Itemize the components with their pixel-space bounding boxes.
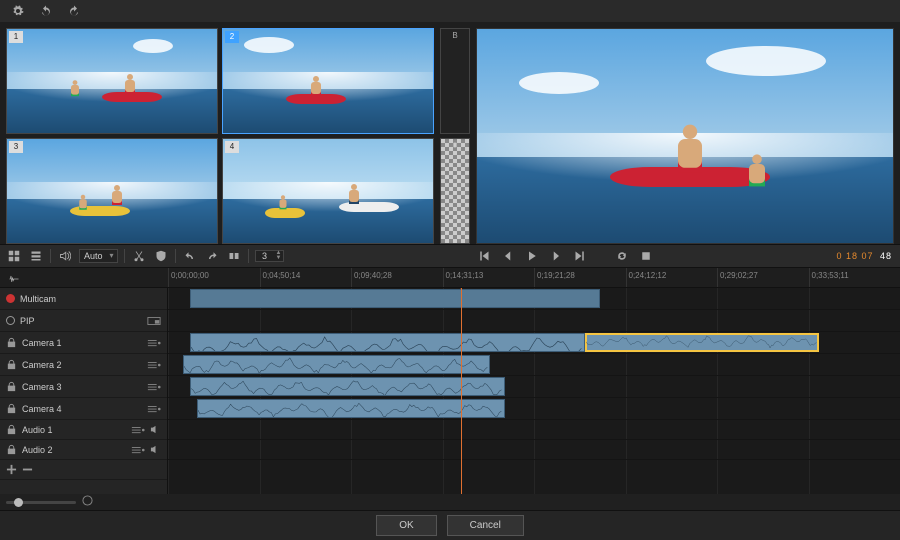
track-opts-icon[interactable]: [147, 360, 161, 370]
view-grid-icon[interactable]: [6, 248, 22, 264]
view-library-icon[interactable]: [28, 248, 44, 264]
track-opts-icon[interactable]: [131, 445, 145, 455]
track-header-add: [0, 460, 167, 480]
remove-track-icon[interactable]: [22, 464, 33, 475]
lock-icon[interactable]: [6, 359, 17, 370]
timeline: 0;00;00;000;04;50;140;09;40;280;14;31;13…: [0, 268, 900, 510]
spinner-input[interactable]: [256, 251, 274, 261]
track-opts-icon[interactable]: [147, 404, 161, 414]
cut-icon[interactable]: [131, 248, 147, 264]
chip-alpha[interactable]: 0: [440, 138, 470, 244]
track-header-audio2[interactable]: Audio 2: [0, 440, 167, 460]
record-indicator-icon: [6, 294, 15, 303]
preview-area: 1 2 3 4 B 0: [0, 22, 900, 244]
camera-badge: 2: [225, 31, 239, 43]
ok-button[interactable]: OK: [376, 515, 436, 536]
chip-b[interactable]: B: [440, 28, 470, 134]
main-preview[interactable]: [476, 28, 894, 244]
track-header-pip[interactable]: PIP: [0, 310, 167, 332]
track-header-audio1[interactable]: Audio 1: [0, 420, 167, 440]
volume-icon[interactable]: [57, 248, 73, 264]
bottom-bar: OK Cancel: [0, 510, 900, 540]
step-fwd-icon[interactable]: [548, 248, 564, 264]
control-bar: Auto ▲▼ 0 18 07 48: [0, 244, 900, 268]
zoom-thumb[interactable]: [14, 498, 23, 507]
lock-icon[interactable]: [6, 381, 17, 392]
undo-icon[interactable]: [38, 3, 54, 19]
camera-badge: 3: [9, 141, 23, 153]
shield-icon[interactable]: [153, 248, 169, 264]
redo-icon[interactable]: [204, 248, 220, 264]
track-count-spinner[interactable]: ▲▼: [255, 250, 285, 262]
track-header-cam1[interactable]: Camera 1: [0, 332, 167, 354]
lock-icon[interactable]: [6, 337, 17, 348]
lock-icon[interactable]: [6, 403, 17, 414]
playhead[interactable]: [461, 288, 462, 494]
track-header-cam2[interactable]: Camera 2: [0, 354, 167, 376]
step-back-icon[interactable]: [500, 248, 516, 264]
zoom-slider[interactable]: [6, 501, 76, 504]
track-header-cam3[interactable]: Camera 3: [0, 376, 167, 398]
pip-indicator-icon: [6, 316, 15, 325]
clip[interactable]: [183, 355, 490, 374]
top-toolbar: [0, 0, 900, 22]
lock-icon[interactable]: [6, 444, 17, 455]
time-ruler[interactable]: 0;00;00;000;04;50;140;09;40;280;14;31;13…: [0, 268, 900, 288]
track-headers: Multicam PIP Camera 1 Camera 2 Camera 3 …: [0, 288, 168, 494]
lock-icon[interactable]: [6, 424, 17, 435]
cancel-button[interactable]: Cancel: [447, 515, 524, 536]
clip[interactable]: [190, 333, 585, 352]
fit-icon[interactable]: [82, 495, 93, 509]
speaker-icon[interactable]: [150, 444, 161, 455]
stop-icon[interactable]: [638, 248, 654, 264]
camera-badge: 4: [225, 141, 239, 153]
track-header-multicam[interactable]: Multicam: [0, 288, 167, 310]
track-header-cam4[interactable]: Camera 4: [0, 398, 167, 420]
camera-2-preview[interactable]: 2: [222, 28, 434, 134]
redo-icon[interactable]: [66, 3, 82, 19]
clip[interactable]: [585, 333, 819, 352]
snap-icon[interactable]: [226, 248, 242, 264]
track-opts-icon[interactable]: [147, 382, 161, 392]
ruler-ticks: 0;00;00;000;04;50;140;09;40;280;14;31;13…: [168, 268, 900, 287]
camera-4-preview[interactable]: 4: [222, 138, 434, 244]
timecode-display: 0 18 07 48: [837, 251, 892, 262]
auto-select[interactable]: Auto: [79, 249, 118, 263]
camera-1-preview[interactable]: 1: [6, 28, 218, 134]
track-lanes[interactable]: 1343: [168, 288, 900, 494]
multicam-editor: 1 2 3 4 B 0: [0, 0, 900, 540]
camera-badge: 1: [9, 31, 23, 43]
go-start-icon[interactable]: [476, 248, 492, 264]
camera-grid: 1 2 3 4: [6, 28, 434, 244]
clip[interactable]: [197, 399, 504, 418]
loop-icon[interactable]: [614, 248, 630, 264]
add-track-icon[interactable]: [6, 464, 17, 475]
camera-3-preview[interactable]: 3: [6, 138, 218, 244]
go-end-icon[interactable]: [572, 248, 588, 264]
speaker-icon[interactable]: [150, 424, 161, 435]
ruler-gutter: [0, 268, 168, 287]
track-opts-icon[interactable]: [147, 338, 161, 348]
clip[interactable]: [190, 377, 505, 396]
tracks-area: Multicam PIP Camera 1 Camera 2 Camera 3 …: [0, 288, 900, 494]
side-chips: B 0: [440, 28, 470, 244]
pip-opts-icon[interactable]: [147, 316, 161, 326]
waveform-toggle-icon[interactable]: [6, 271, 22, 287]
settings-gear-icon[interactable]: [10, 3, 26, 19]
track-opts-icon[interactable]: [131, 425, 145, 435]
undo-icon[interactable]: [182, 248, 198, 264]
play-icon[interactable]: [524, 248, 540, 264]
clip[interactable]: 1343: [190, 289, 600, 308]
zoom-row: [0, 494, 900, 510]
